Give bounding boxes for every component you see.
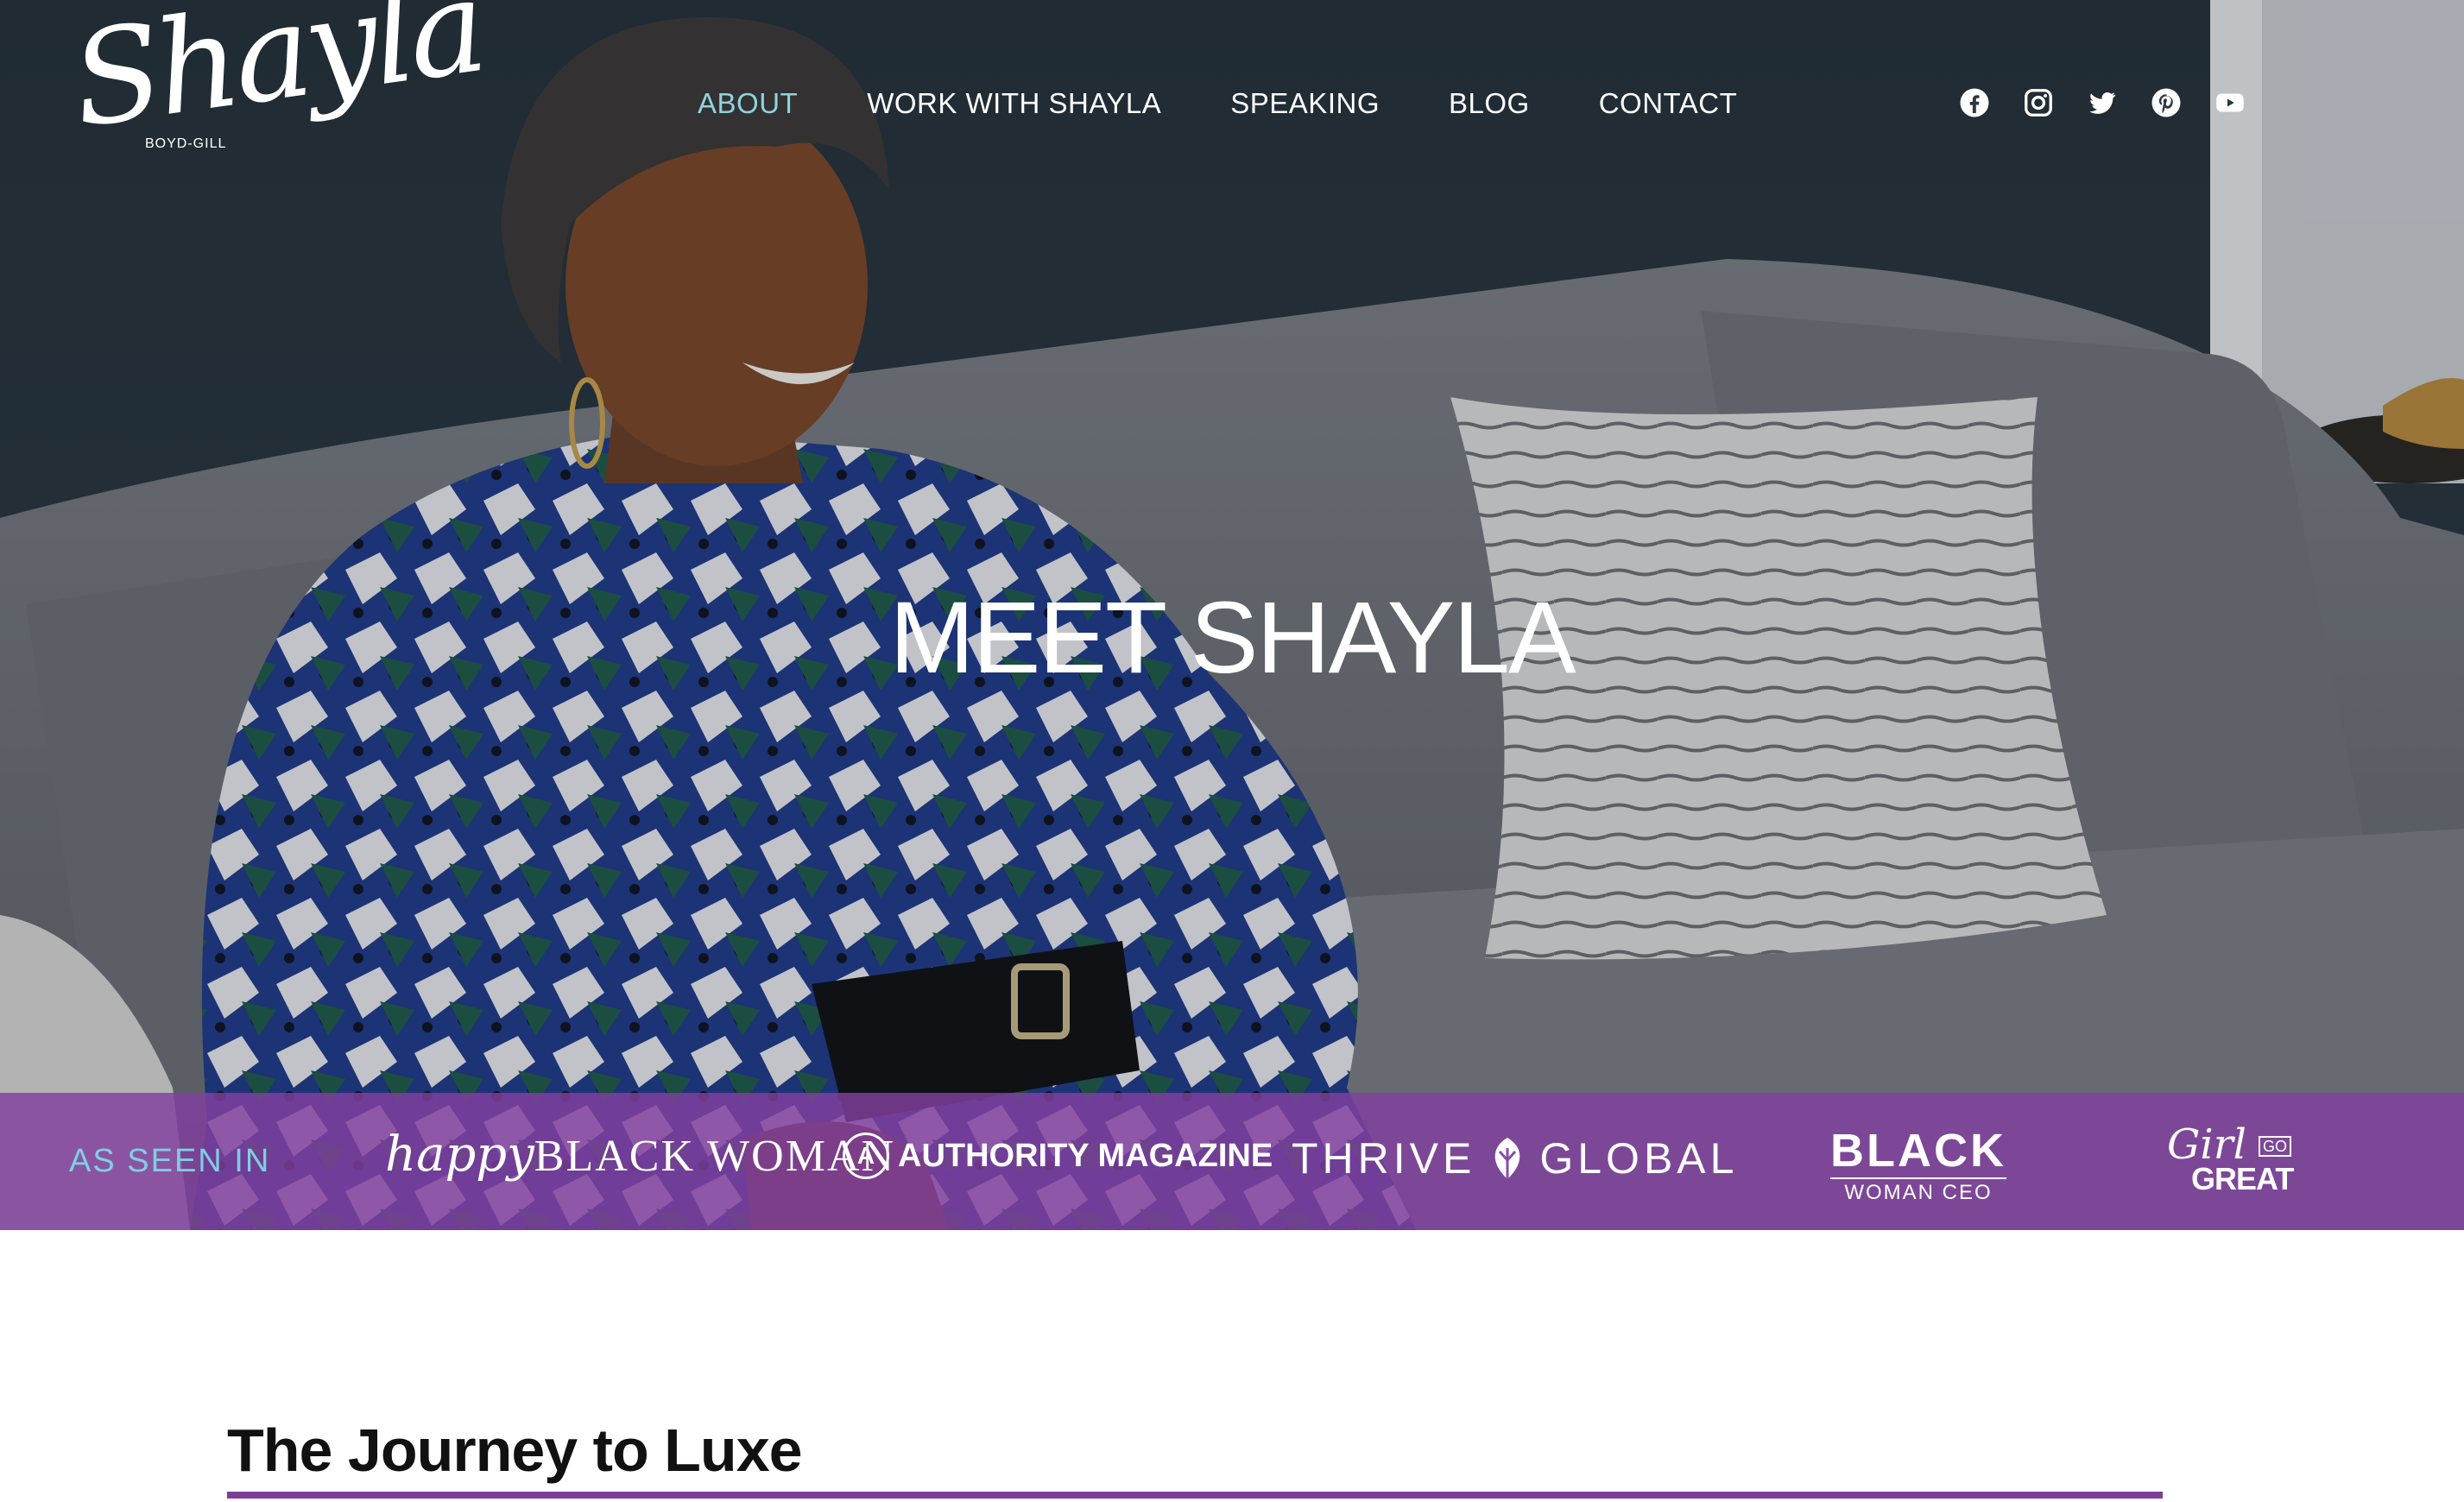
- black-woman-ceo-logo: BLACK WOMAN CEO: [1830, 1127, 2006, 1203]
- social-links: [1958, 86, 2278, 119]
- nav-item-blog[interactable]: BLOG: [1449, 87, 1530, 120]
- youtube-icon[interactable]: [2214, 86, 2246, 119]
- nav-item-about[interactable]: ABOUT: [698, 87, 798, 120]
- thrive-leaf-icon: [1495, 1138, 1520, 1179]
- nav-item-speaking[interactable]: SPEAKING: [1230, 87, 1380, 120]
- authority-mark-icon: A: [843, 1133, 889, 1179]
- as-seen-in-bar: AS SEEN IN happyBLACK WOMAN A AUTHORITY …: [0, 1093, 2464, 1230]
- global-text: GLOBAL: [1539, 1134, 1739, 1183]
- hero-title: MEET SHAYLA: [889, 581, 1576, 695]
- go-girl-great-logo: Girl GO GREAT: [2167, 1124, 2294, 1195]
- great-text: GREAT: [2191, 1161, 2294, 1196]
- authority-magazine-logo: A AUTHORITY MAGAZINE: [843, 1133, 1273, 1179]
- pinterest-icon[interactable]: [2150, 86, 2183, 119]
- instagram-icon[interactable]: [2022, 86, 2055, 119]
- happy-black-woman-logo: happyBLACK WOMAN: [385, 1131, 895, 1179]
- as-seen-in-label: AS SEEN IN: [69, 1143, 271, 1179]
- hbw-happy-text: happy: [385, 1126, 534, 1183]
- authority-text: AUTHORITY MAGAZINE: [898, 1138, 1273, 1174]
- facebook-icon[interactable]: [1958, 86, 1991, 119]
- main-nav: ABOUT WORK WITH SHAYLA SPEAKING BLOG CON…: [698, 83, 1806, 124]
- logo-subtitle: BOYD-GILL: [145, 136, 227, 151]
- thrive-text: THRIVE: [1292, 1134, 1476, 1183]
- bwc-black-text: BLACK: [1830, 1125, 2006, 1177]
- hero-section: Shayla BOYD-GILL ABOUT WORK WITH SHAYLA …: [0, 0, 2464, 1230]
- thrive-global-logo: THRIVE GLOBAL: [1292, 1136, 1738, 1181]
- go-text: GO: [2259, 1136, 2292, 1157]
- hbw-black-woman-text: BLACK WOMAN: [534, 1132, 896, 1181]
- nav-item-work-with-shayla[interactable]: WORK WITH SHAYLA: [867, 87, 1161, 120]
- heading-underline: [227, 1492, 2163, 1499]
- site-logo[interactable]: Shayla BOYD-GILL: [63, 0, 490, 190]
- section-heading: The Journey to Luxe: [227, 1417, 803, 1484]
- twitter-icon[interactable]: [2086, 86, 2119, 119]
- bwc-woman-ceo-text: WOMAN CEO: [1830, 1177, 2006, 1203]
- nav-item-contact[interactable]: CONTACT: [1599, 87, 1738, 120]
